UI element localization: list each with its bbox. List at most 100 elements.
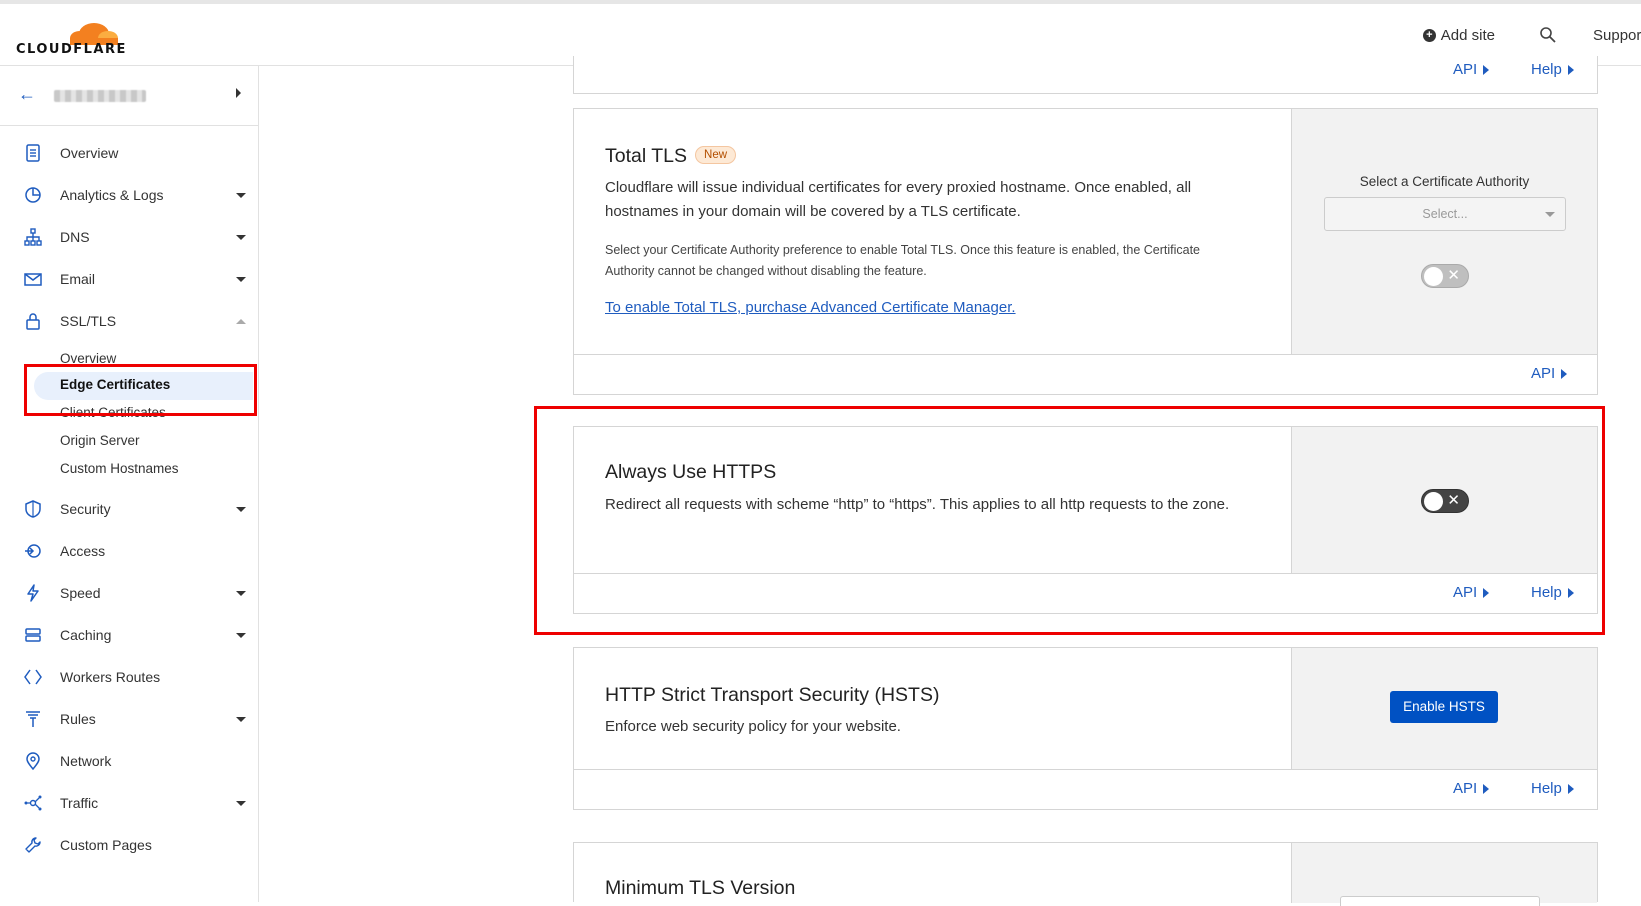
cloudflare-logo[interactable]: CLOUDFLARE <box>16 16 126 60</box>
card-title-text: Total TLS <box>605 145 688 167</box>
shield-icon <box>25 500 41 518</box>
api-label: API <box>1453 61 1478 78</box>
card-body: Total TLS New Cloudflare will issue indiv… <box>574 109 1291 355</box>
chevron-down-icon <box>236 800 246 806</box>
sidebar-item-dns[interactable]: DNS <box>0 216 258 258</box>
pie-chart-icon <box>25 187 41 203</box>
caret-right-icon <box>1483 783 1490 794</box>
chevron-down-icon <box>236 276 246 282</box>
card-title: HTTP Strict Transport Security (HSTS) <box>605 684 940 706</box>
caret-right-icon <box>1567 64 1574 75</box>
highlight-box-edge-certificates <box>24 364 257 416</box>
sidebar-item-access[interactable]: Access <box>0 530 258 572</box>
server-stack-icon <box>25 628 41 642</box>
new-badge: New <box>695 145 737 164</box>
previous-card: API Help <box>573 56 1598 94</box>
sidebar-item-label: Caching <box>60 627 112 643</box>
workers-icon <box>24 669 42 685</box>
sidebar-item-caching[interactable]: Caching <box>0 614 258 656</box>
sidebar-item-network[interactable]: Network <box>0 740 258 782</box>
chevron-up-icon <box>236 318 246 324</box>
submenu-item-custom-hostnames[interactable]: Custom Hostnames <box>0 456 258 484</box>
api-link[interactable]: API <box>1531 365 1568 382</box>
sidebar-item-label: Overview <box>60 145 119 161</box>
submenu-item-origin-server[interactable]: Origin Server <box>0 428 258 456</box>
document-icon <box>26 144 40 162</box>
highlight-box-always-use-https <box>534 406 1605 635</box>
card-body: Minimum TLS Version <box>574 843 1291 903</box>
support-menu[interactable]: Support <box>1593 27 1641 44</box>
sidebar-item-label: Custom Pages <box>60 837 152 853</box>
sidebar-item-rules[interactable]: Rules <box>0 698 258 740</box>
sidebar-item-label: Workers Routes <box>60 669 161 685</box>
lightning-icon <box>27 584 39 602</box>
sidebar-item-speed[interactable]: Speed <box>0 572 258 614</box>
zone-name-redacted <box>54 90 146 102</box>
sidebar-item-label: Access <box>60 543 106 559</box>
purchase-acm-link[interactable]: To enable Total TLS, purchase Advanced C… <box>605 299 1016 316</box>
total-tls-toggle[interactable]: ✕ <box>1421 264 1469 288</box>
chevron-down-icon <box>1545 212 1555 217</box>
card-side-panel <box>1291 843 1597 906</box>
zone-selector[interactable]: ← <box>0 66 258 126</box>
minimum-tls-card: Minimum TLS Version <box>573 842 1598 906</box>
sidebar-item-label: Analytics & Logs <box>60 187 164 203</box>
sidebar-item-label: Rules <box>60 711 96 727</box>
caret-right-icon[interactable] <box>236 88 241 98</box>
caret-right-icon <box>1561 368 1568 379</box>
sidebar: ← Overview Analytics & Logs DNS Email SS… <box>0 66 259 902</box>
back-arrow-icon[interactable]: ← <box>18 84 36 105</box>
card-footer: API Help <box>574 55 1597 93</box>
api-link[interactable]: API <box>1453 61 1490 78</box>
card-description: Enforce web security policy for your web… <box>605 718 901 735</box>
location-pin-icon <box>26 752 40 771</box>
help-link[interactable]: Help <box>1531 61 1574 78</box>
wrench-icon <box>25 837 41 853</box>
chevron-down-icon <box>236 192 246 198</box>
sidebar-item-analytics[interactable]: Analytics & Logs <box>0 174 258 216</box>
chevron-down-icon <box>236 506 246 512</box>
top-actions: + Add site Support <box>1422 26 1641 44</box>
sidebar-item-email[interactable]: Email <box>0 258 258 300</box>
submenu-item-label: Origin Server <box>60 433 140 448</box>
chevron-down-icon <box>236 590 246 596</box>
caret-right-icon <box>1483 64 1490 75</box>
sidebar-item-label: Security <box>60 501 111 517</box>
api-link[interactable]: API <box>1453 780 1490 797</box>
card-side-panel: Select a Certificate Authority Select...… <box>1291 109 1597 355</box>
help-label: Help <box>1531 61 1562 78</box>
enable-hsts-button[interactable]: Enable HSTS <box>1390 691 1498 723</box>
chevron-down-icon <box>236 234 246 240</box>
sidebar-item-traffic[interactable]: Traffic <box>0 782 258 824</box>
sidebar-item-custom-pages[interactable]: Custom Pages <box>0 824 258 866</box>
search-icon[interactable] <box>1539 26 1557 44</box>
plus-circle-icon: + <box>1422 28 1436 42</box>
api-label: API <box>1531 365 1556 382</box>
sidebar-item-label: Speed <box>60 585 101 601</box>
certificate-authority-select[interactable]: Select... <box>1324 197 1566 231</box>
traffic-icon <box>24 795 42 811</box>
toggle-knob <box>1424 267 1443 286</box>
add-site-label: Add site <box>1440 26 1495 44</box>
sidebar-item-security[interactable]: Security <box>0 488 258 530</box>
close-icon: ✕ <box>1447 267 1460 284</box>
card-side-panel: Enable HSTS <box>1291 648 1597 770</box>
envelope-icon <box>24 273 42 286</box>
sidebar-item-ssl-tls[interactable]: SSL/TLS <box>0 300 258 342</box>
sidebar-item-overview[interactable]: Overview <box>0 132 258 174</box>
submenu-item-label: Custom Hostnames <box>60 461 179 476</box>
access-icon <box>25 544 41 558</box>
help-label: Help <box>1531 780 1562 797</box>
help-link[interactable]: Help <box>1531 780 1574 797</box>
min-tls-select[interactable] <box>1340 896 1540 906</box>
sidebar-nav: Overview Analytics & Logs DNS Email SSL/… <box>0 132 258 342</box>
sidebar-item-label: SSL/TLS <box>60 313 117 329</box>
card-title: Total TLS New <box>605 145 737 168</box>
card-footer: API <box>574 354 1597 394</box>
card-note: Select your Certificate Authority prefer… <box>605 243 1201 278</box>
add-site-button[interactable]: + Add site <box>1422 26 1495 44</box>
total-tls-card: Total TLS New Cloudflare will issue indiv… <box>573 108 1598 395</box>
lock-icon <box>26 313 40 330</box>
sidebar-item-label: DNS <box>60 229 90 245</box>
sidebar-item-workers-routes[interactable]: Workers Routes <box>0 656 258 698</box>
